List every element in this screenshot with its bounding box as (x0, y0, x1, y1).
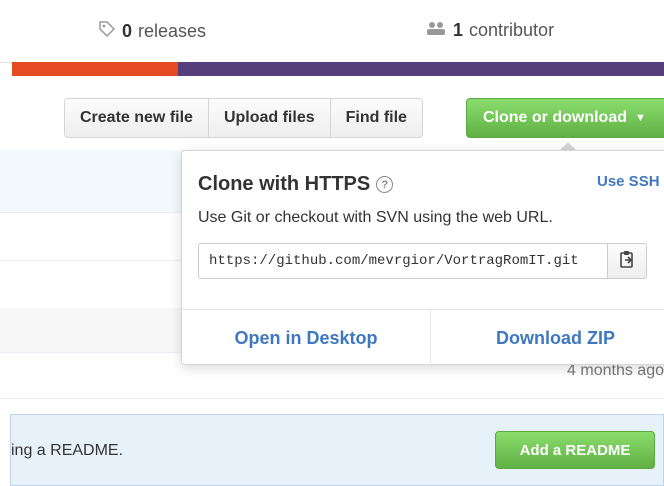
download-zip-button[interactable]: Download ZIP (431, 310, 664, 366)
releases-link[interactable]: 0 releases (98, 20, 206, 43)
popover-actions: Open in Desktop Download ZIP (182, 309, 664, 366)
repo-summary: 0 releases 1 contributor (0, 0, 664, 63)
releases-label: releases (138, 21, 207, 41)
clone-or-download-button[interactable]: Clone or download ▼ (466, 98, 664, 138)
caret-down-icon: ▼ (635, 112, 646, 124)
create-new-file-button[interactable]: Create new file (64, 98, 209, 138)
upload-files-button[interactable]: Upload files (208, 98, 331, 138)
language-segment-css (178, 62, 664, 76)
popover-title: Clone with HTTPS ? (198, 173, 394, 196)
clone-popover: Clone with HTTPS ? Use SSH Use Git or ch… (181, 150, 664, 366)
popover-arrow (560, 142, 576, 150)
popover-description: Use Git or checkout with SVN using the w… (198, 209, 553, 226)
clone-url-input[interactable] (198, 243, 608, 279)
contributors-label: contributor (469, 20, 555, 40)
readme-banner-text: ing a README. (11, 442, 124, 459)
open-in-desktop-button[interactable]: Open in Desktop (182, 310, 431, 366)
clipboard-icon (619, 250, 635, 273)
file-actions: Create new file Upload files Find file (64, 98, 423, 138)
contributors-count: 1 (453, 20, 464, 40)
language-segment-html (12, 62, 178, 76)
readme-banner: ing a README. Add a README (10, 414, 664, 486)
people-icon (425, 20, 447, 41)
popover-title-text: Clone with HTTPS (198, 173, 371, 195)
copy-url-button[interactable] (607, 243, 647, 279)
clone-button-label: Clone or download (483, 109, 627, 126)
tag-icon (98, 20, 116, 43)
question-icon[interactable]: ? (376, 176, 394, 193)
add-readme-button[interactable]: Add a README (495, 431, 655, 469)
use-ssh-link[interactable]: Use SSH (597, 173, 660, 190)
find-file-button[interactable]: Find file (330, 98, 423, 138)
releases-count: 0 (122, 21, 133, 41)
language-bar[interactable] (12, 62, 664, 76)
contributors-link[interactable]: 1 contributor (425, 20, 554, 41)
